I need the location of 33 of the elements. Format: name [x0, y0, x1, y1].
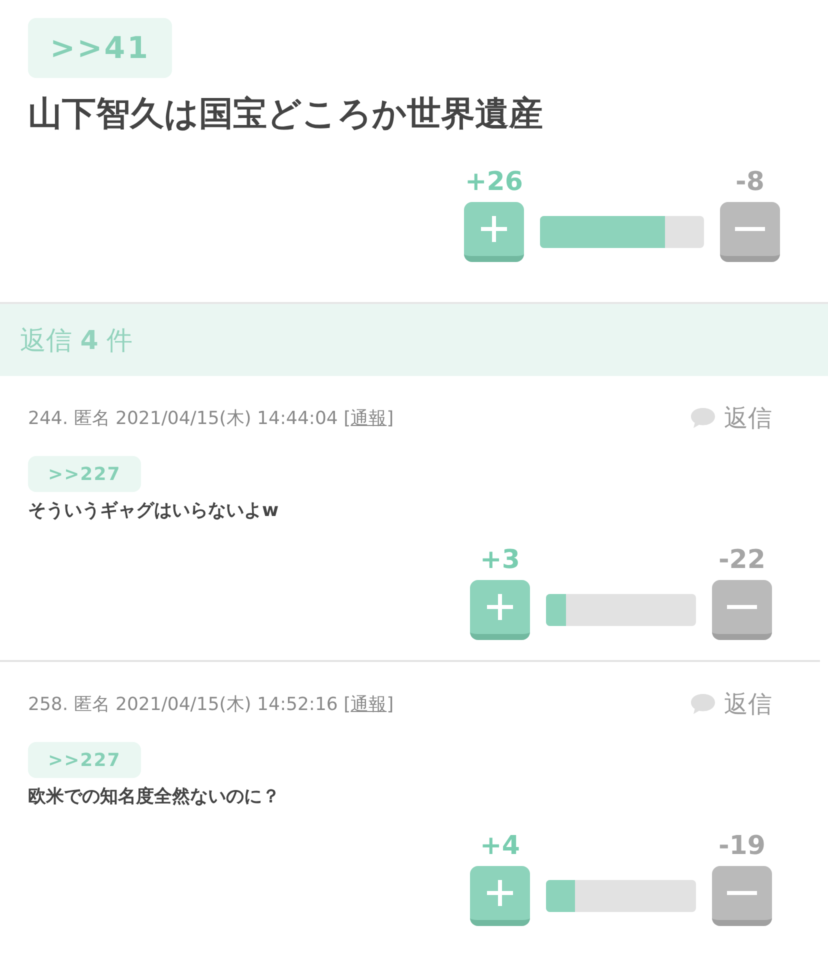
post-title: 山下智久は国宝どころか世界遺産: [28, 93, 544, 136]
minus-icon: [727, 604, 757, 610]
upvote-count: +3: [479, 544, 521, 576]
plus-icon: [479, 214, 509, 244]
upvote-button[interactable]: [470, 866, 530, 926]
downvote-count: -8: [734, 166, 766, 198]
downvote-button[interactable]: [712, 866, 772, 926]
anchor-link[interactable]: >>41: [28, 18, 172, 78]
minus-icon: [727, 890, 757, 896]
comment-meta: 258. 匿名 2021/04/15(木) 14:52:16 [通報]: [28, 693, 394, 716]
upvote-button[interactable]: [470, 580, 530, 640]
reply-count-heading: 返信 4 件: [20, 324, 133, 358]
reply-button[interactable]: 返信: [690, 688, 772, 720]
downvote-button[interactable]: [720, 202, 780, 262]
plus-icon: [485, 878, 515, 908]
downvote-count: -19: [718, 830, 766, 862]
anchor-link[interactable]: >>227: [28, 456, 141, 492]
anchor-link[interactable]: >>227: [28, 742, 141, 778]
speech-bubble-icon: [690, 407, 716, 429]
plus-icon: [485, 592, 515, 622]
upvote-button[interactable]: [464, 202, 524, 262]
comment-text: そういうギャグはいらないよw: [28, 499, 280, 522]
report-link[interactable]: 通報: [350, 408, 387, 429]
upvote-count: +26: [464, 166, 524, 198]
reply-button[interactable]: 返信: [690, 402, 772, 434]
report-link[interactable]: 通報: [350, 694, 387, 715]
upvote-count: +4: [479, 830, 521, 862]
speech-bubble-icon: [690, 693, 716, 715]
downvote-button[interactable]: [712, 580, 772, 640]
downvote-count: -22: [718, 544, 766, 576]
comment-text: 欧米での知名度全然ないのに？: [28, 785, 281, 808]
minus-icon: [735, 226, 765, 232]
comment-meta: 244. 匿名 2021/04/15(木) 14:44:04 [通報]: [28, 407, 394, 430]
